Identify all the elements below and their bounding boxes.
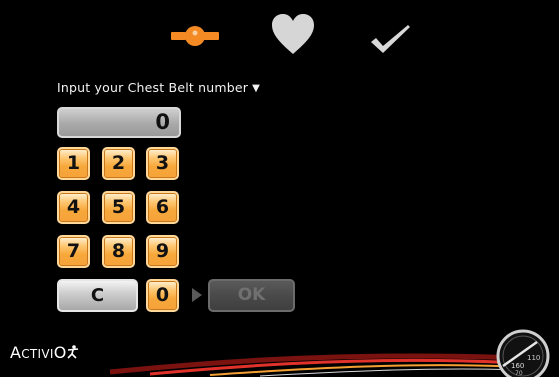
footer-swoosh	[109, 353, 521, 377]
activio-logo: ACTIVIO	[10, 343, 79, 362]
key-0[interactable]: 0	[146, 279, 179, 312]
clear-button[interactable]: C	[57, 279, 138, 312]
number-display: 0	[57, 107, 181, 138]
svg-text:70: 70	[515, 370, 523, 377]
dropdown-arrow-icon[interactable]: ▼	[252, 83, 260, 94]
key-5[interactable]: 5	[102, 191, 135, 224]
prompt-label: Input your Chest Belt number	[57, 80, 249, 95]
key-7[interactable]: 7	[57, 235, 90, 268]
svg-text:160: 160	[511, 362, 524, 370]
status-icons-bar	[0, 0, 559, 60]
runner-icon	[67, 345, 78, 359]
key-2[interactable]: 2	[102, 147, 135, 180]
ok-button[interactable]: OK	[208, 279, 295, 312]
chest-belt-prompt[interactable]: Input your Chest Belt number ▼	[57, 80, 260, 95]
check-icon	[371, 25, 410, 53]
key-4[interactable]: 4	[57, 191, 90, 224]
speedometer-gauge-icon: 110 160 70	[496, 329, 550, 377]
heart-icon	[272, 14, 314, 54]
key-6[interactable]: 6	[146, 191, 179, 224]
key-9[interactable]: 9	[146, 235, 179, 268]
svg-text:110: 110	[527, 354, 540, 362]
play-arrow-icon	[192, 288, 202, 302]
chest-belt-icon	[171, 26, 219, 46]
key-1[interactable]: 1	[57, 147, 90, 180]
key-8[interactable]: 8	[102, 235, 135, 268]
key-3[interactable]: 3	[146, 147, 179, 180]
